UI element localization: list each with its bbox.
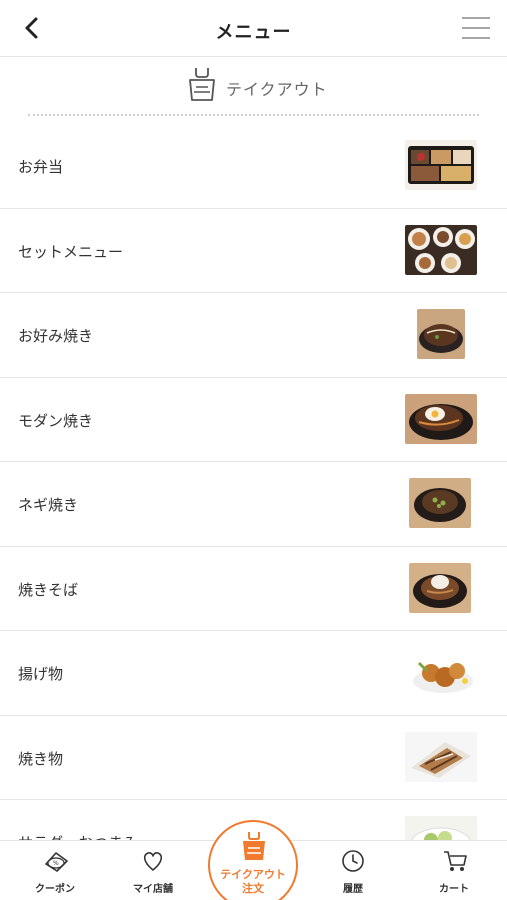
tab-label-line2: 注文 [242,882,264,895]
list-item-okonomiyaki[interactable]: お好み焼き [0,293,507,378]
tab-label: 履歴 [343,884,363,895]
takeout-section-header: テイクアウト [0,58,507,118]
hamburger-menu-icon [462,17,490,39]
tab-history[interactable]: 履歴 [308,841,398,900]
dotted-divider [28,114,479,116]
list-item-yakisoba[interactable]: 焼きそば [0,547,507,631]
takeout-bag-icon [243,832,265,860]
tab-label: カート [439,884,469,895]
page-title: メニュー [215,22,292,43]
tab-label: クーポン [35,884,75,895]
bento-photo [405,140,477,190]
cart-icon [444,851,467,871]
tab-cart[interactable]: カート [409,841,499,900]
heart-icon [143,852,163,871]
tab-label: マイ店舗 [133,884,173,895]
app-header: メニュー [0,0,507,57]
clock-icon [342,850,364,872]
list-item-label: お弁当 [18,158,64,176]
list-item-label: お好み焼き [18,327,94,345]
svg-text:%: % [53,860,59,867]
list-item-set-menu[interactable]: セットメニュー [0,209,507,293]
set-menu-photo [405,224,477,275]
list-item-fried-food[interactable]: 揚げ物 [0,631,507,716]
fried-food-photo [405,647,477,697]
list-item-negiyaki[interactable]: ネギ焼き [0,462,507,547]
tab-takeout-order[interactable]: テイクアウト 注文 [208,820,298,900]
yakisoba-photo [409,562,471,613]
hamburger-menu-button[interactable] [461,16,491,40]
list-item-grilled-food[interactable]: 焼き物 [0,716,507,800]
list-item-label: ネギ焼き [18,496,79,514]
tab-label-line1: テイクアウト [220,868,286,881]
takeout-bag-icon [189,68,215,101]
menu-list: お弁当 セットメニュー お好み焼き モダン焼き ネギ焼き 焼きそば 揚げ物 焼き… [0,124,507,885]
grilled-food-photo [405,731,477,782]
modanyaki-photo [405,393,477,444]
list-item-bento[interactable]: お弁当 [0,124,507,209]
list-item-label: モダン焼き [18,411,94,430]
list-item-label: 揚げ物 [18,665,64,683]
list-item-modanyaki[interactable]: モダン焼き [0,378,507,462]
section-label: テイクアウト [226,80,328,99]
list-item-label: 焼き物 [18,749,64,768]
negiyaki-photo [409,478,471,528]
tab-my-store[interactable]: マイ店舗 [108,841,198,900]
tab-coupon[interactable]: % クーポン [10,841,100,900]
coupon-icon: % [45,852,68,872]
list-item-label: 焼きそば [18,580,79,599]
okonomiyaki-photo [417,309,465,359]
tab-label: テイクアウト 注文 [210,868,296,896]
list-item-label: セットメニュー [18,242,124,261]
